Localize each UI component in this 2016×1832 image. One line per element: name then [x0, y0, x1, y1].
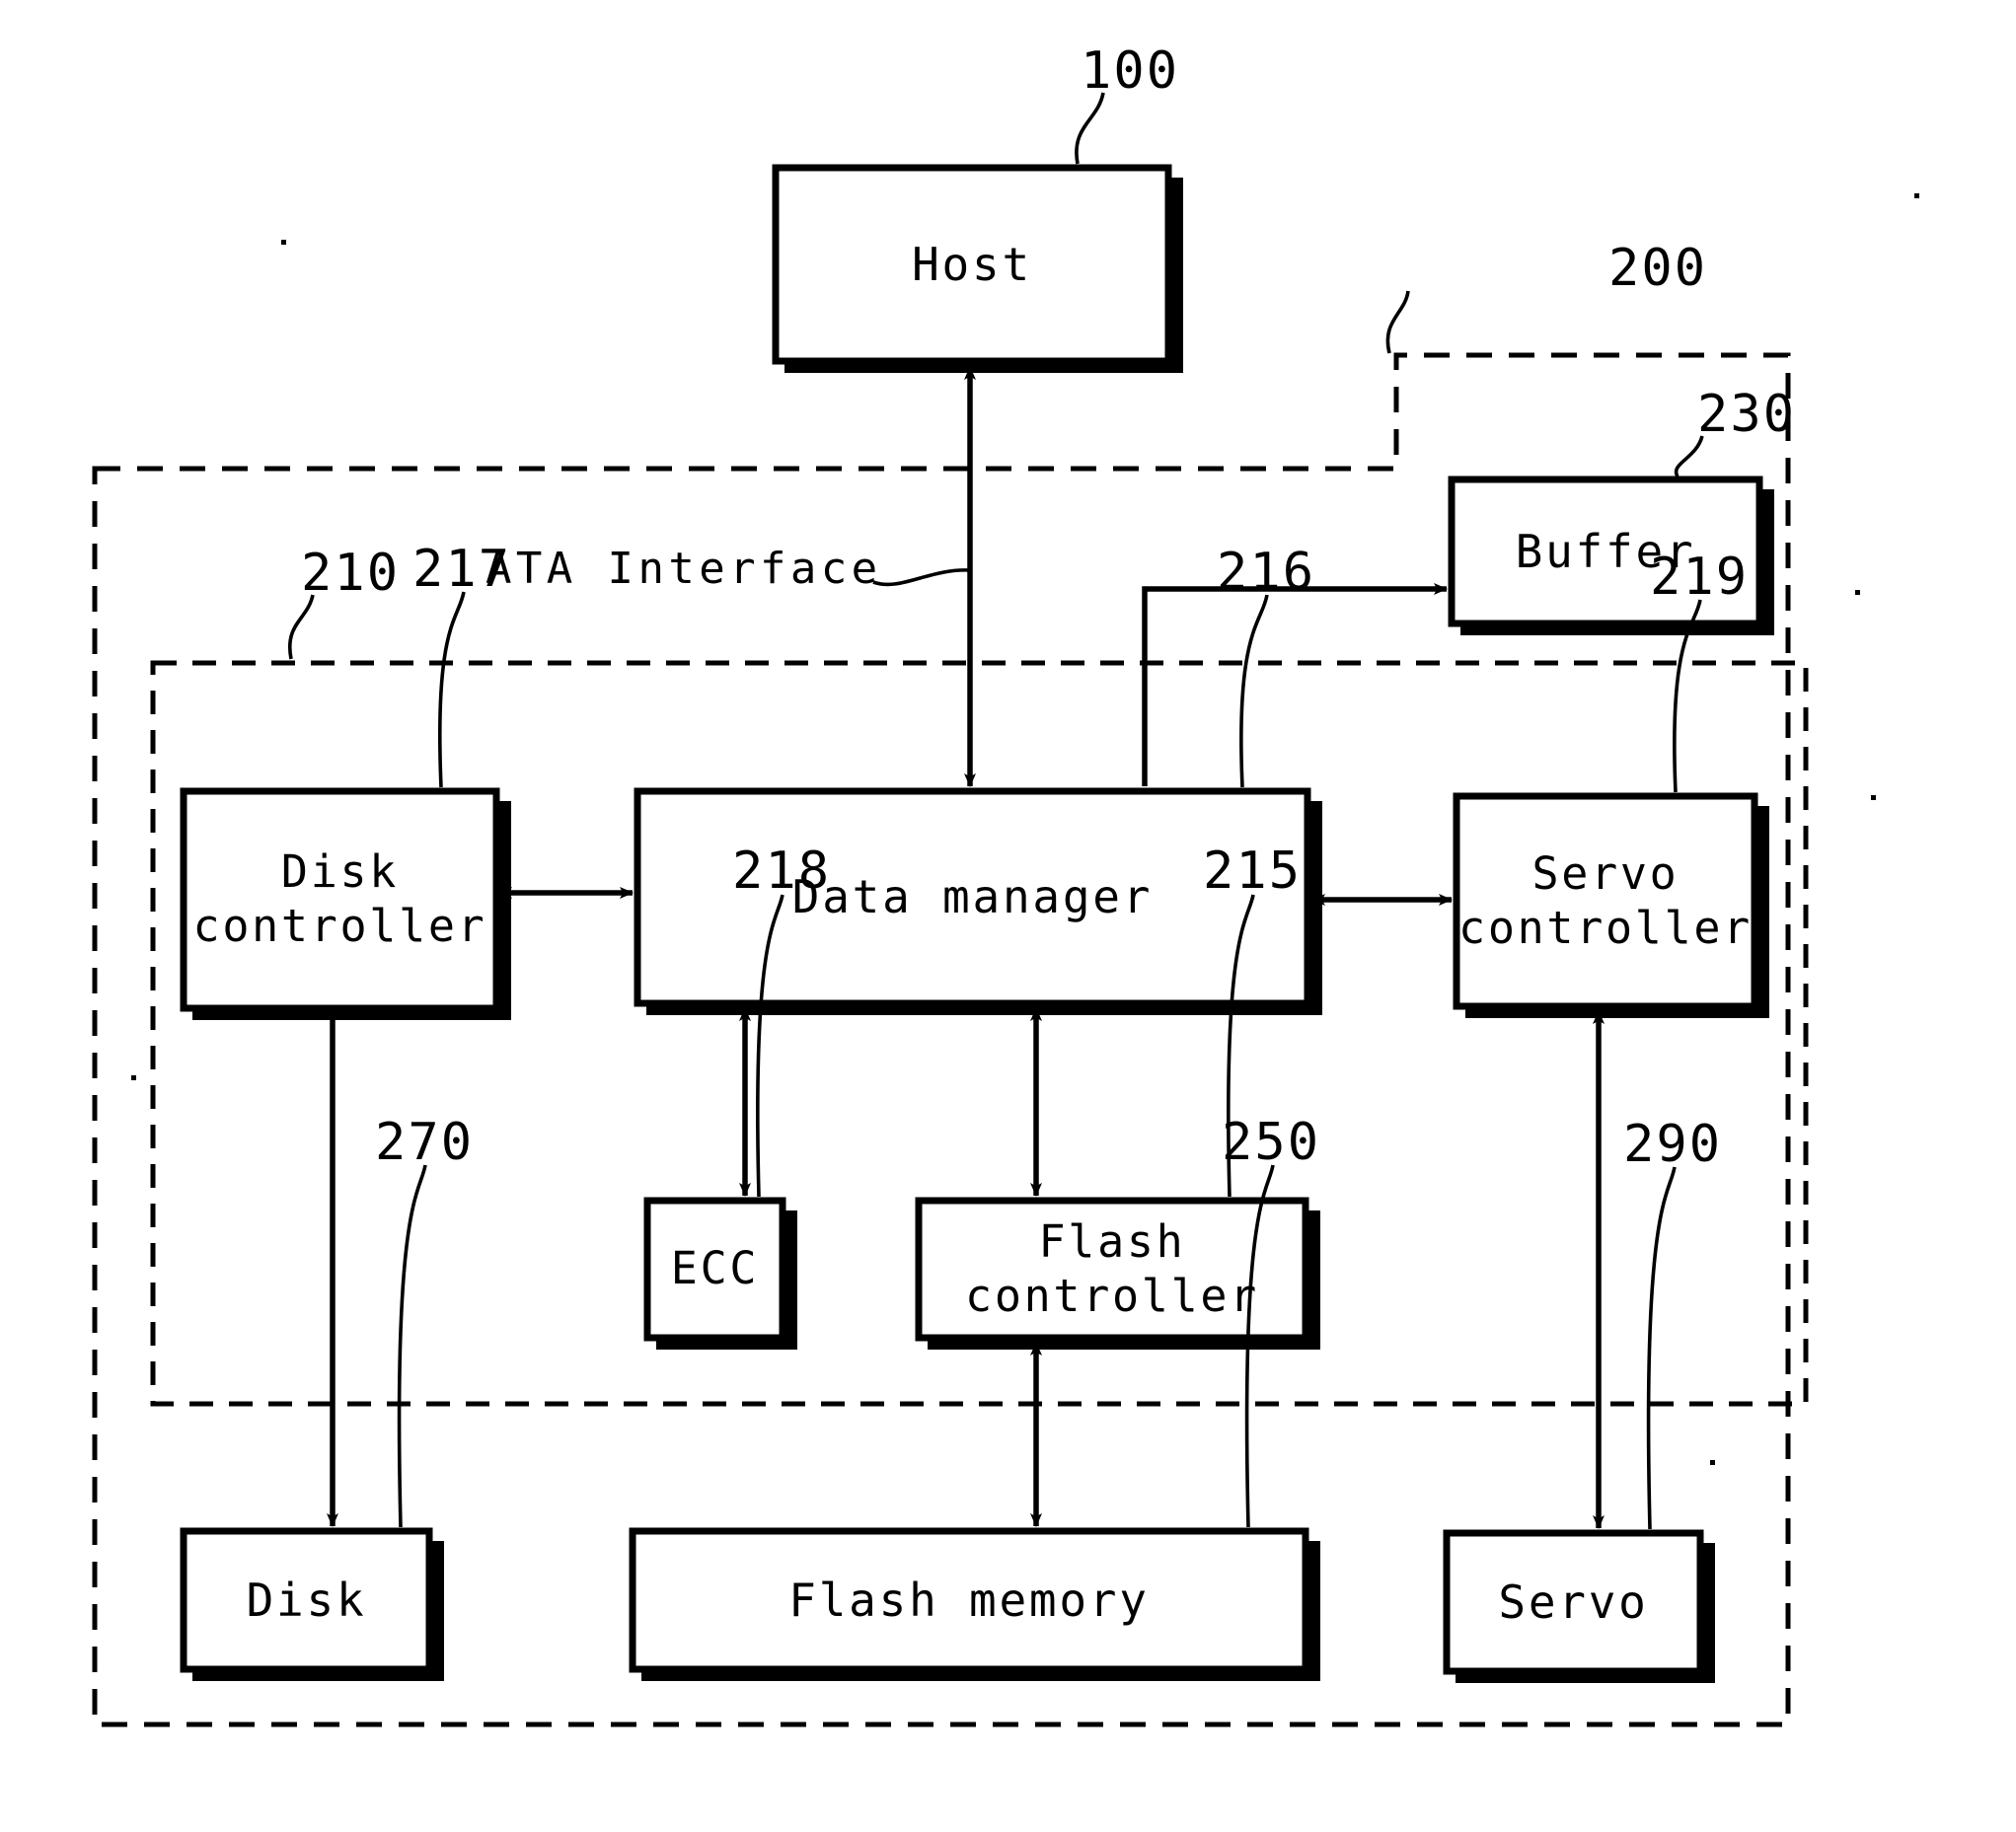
leader-290 — [1646, 1166, 1677, 1530]
ref-numeral-230: 230 — [1697, 385, 1796, 444]
figure-canvas: Host Buffer Disk controller Data manager… — [0, 0, 2016, 1832]
ref-numeral-215: 215 — [1203, 842, 1302, 901]
connection-datamanager-buffer — [1142, 583, 1448, 786]
ref-numeral-100: 100 — [1081, 41, 1179, 101]
leader-217 — [437, 591, 466, 788]
ref-numeral-250: 250 — [1222, 1113, 1320, 1172]
leader-216 — [1239, 594, 1269, 788]
leader-100 — [1075, 92, 1105, 165]
leader-270 — [397, 1164, 427, 1528]
ref-numeral-217: 217 — [412, 540, 511, 599]
ref-numeral-200: 200 — [1608, 239, 1707, 298]
ata-interface-label: ATA Interface — [485, 544, 882, 594]
ref-numeral-219: 219 — [1650, 548, 1749, 607]
ref-200-text: 200 — [1608, 239, 1708, 298]
ref-250-text: 250 — [1222, 1113, 1321, 1172]
ata-interface-label-text: ATA Interface — [485, 544, 882, 594]
ref-218-text: 218 — [732, 842, 832, 901]
ref-290-text: 290 — [1623, 1115, 1723, 1174]
ref-numeral-218: 218 — [732, 842, 831, 901]
ref-230-text: 230 — [1697, 385, 1797, 444]
ref-215-text: 215 — [1203, 842, 1303, 901]
ref-numeral-216: 216 — [1217, 543, 1315, 602]
ref-216-text: 216 — [1217, 543, 1316, 602]
leader-ata-interface — [872, 568, 971, 587]
ref-270-text: 270 — [375, 1113, 475, 1172]
ref-numeral-210: 210 — [301, 544, 400, 603]
diagram-vector-layer — [92, 92, 1919, 1727]
ref-219-text: 219 — [1650, 548, 1750, 607]
ref-numeral-270: 270 — [375, 1113, 474, 1172]
ref-100-text: 100 — [1081, 41, 1180, 101]
ref-numeral-290: 290 — [1623, 1115, 1722, 1174]
ref-210-text: 210 — [301, 544, 401, 603]
ref-217-text: 217 — [412, 540, 512, 599]
